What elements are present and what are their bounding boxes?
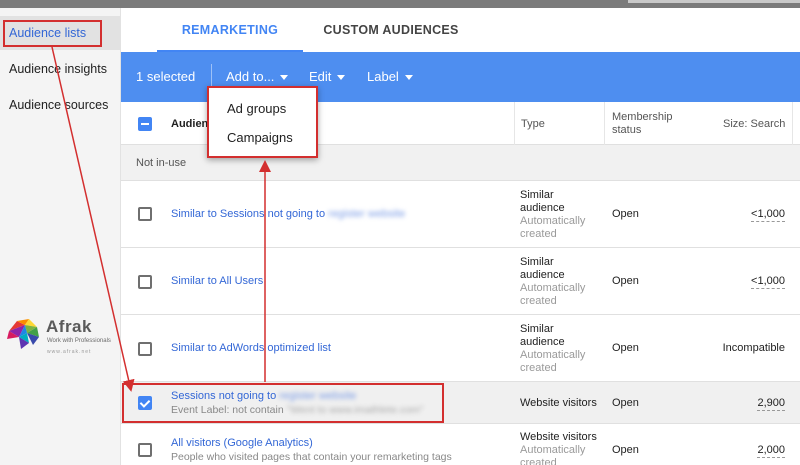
annotation-arrows	[51, 46, 271, 392]
annotation-arrow-to-row	[51, 46, 135, 392]
